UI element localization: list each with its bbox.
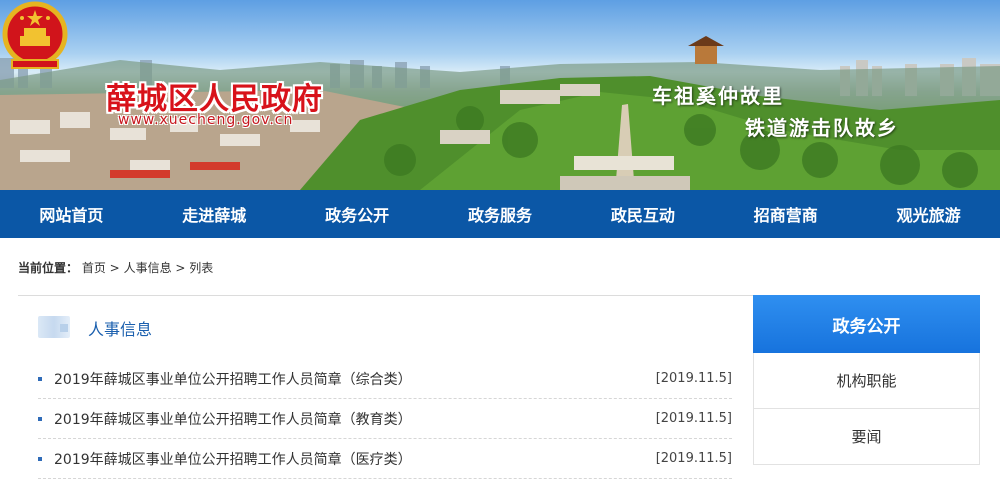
national-emblem-icon: [2, 1, 68, 69]
article-title-link[interactable]: 2019年薛城区事业单位公开招聘工作人员简章（综合类）: [54, 369, 656, 389]
article-date: [2019.11.5]: [655, 451, 732, 466]
nav-item-investment[interactable]: 招商营商: [714, 190, 857, 238]
nav-item-interaction[interactable]: 政民互动: [571, 190, 714, 238]
site-url: www.xuecheng.gov.cn: [118, 112, 294, 128]
nav-item-gov-services[interactable]: 政务服务: [429, 190, 572, 238]
slogan-line-1: 车祖奚仲故里: [652, 84, 784, 108]
breadcrumb-home-link[interactable]: 首页: [82, 261, 106, 275]
breadcrumb-separator: >: [171, 261, 186, 275]
bullet-icon: [38, 376, 42, 381]
slogan-line-2: 铁道游击队故乡: [745, 116, 899, 140]
article-date: [2019.11.5]: [655, 411, 732, 426]
bullet-icon: [38, 416, 42, 421]
breadcrumb-section-link[interactable]: 人事信息: [124, 261, 172, 275]
section-title: 人事信息: [88, 320, 153, 339]
sidebar-item-functions[interactable]: 机构职能: [753, 353, 980, 409]
main-nav: 网站首页 走进薛城 政务公开 政务服务 政民互动 招商营商 观光旅游: [0, 190, 1000, 238]
section-header: 人事信息: [38, 312, 338, 342]
article-title-link[interactable]: 2019年薛城区事业单位公开招聘工作人员简章（教育类）: [54, 409, 656, 429]
sidebar: 政务公开 机构职能 要闻: [753, 295, 980, 479]
nav-item-tourism[interactable]: 观光旅游: [857, 190, 1000, 238]
list-item[interactable]: 2019年薛城区事业单位公开招聘工作人员简章（综合类） [2019.11.5]: [38, 359, 732, 399]
nav-item-home[interactable]: 网站首页: [0, 190, 143, 238]
list-item[interactable]: 2019年薛城区事业单位公开招聘工作人员简章（医疗类） [2019.11.5]: [38, 439, 732, 479]
breadcrumb: 当前位置： 首页 > 人事信息 > 列表: [18, 259, 213, 276]
sidebar-item-news[interactable]: 要闻: [753, 409, 980, 465]
bullet-icon: [38, 456, 42, 461]
header-banner: 薛城区人民政府 www.xuecheng.gov.cn 车祖奚仲故里 铁道游击队…: [0, 0, 1000, 190]
nav-item-about[interactable]: 走进薛城: [143, 190, 286, 238]
breadcrumb-label: 当前位置：: [18, 261, 79, 275]
breadcrumb-current[interactable]: 列表: [189, 261, 213, 275]
section-icon: [38, 316, 70, 338]
sidebar-title: 政务公开: [753, 295, 980, 353]
article-title-link[interactable]: 2019年薛城区事业单位公开招聘工作人员简章（医疗类）: [54, 449, 656, 469]
article-date: [2019.11.5]: [655, 371, 732, 386]
list-item[interactable]: 2019年薛城区事业单位公开招聘工作人员简章（教育类） [2019.11.5]: [38, 399, 732, 439]
article-list: 2019年薛城区事业单位公开招聘工作人员简章（综合类） [2019.11.5] …: [38, 359, 732, 479]
nav-item-gov-affairs[interactable]: 政务公开: [286, 190, 429, 238]
breadcrumb-separator: >: [105, 261, 120, 275]
